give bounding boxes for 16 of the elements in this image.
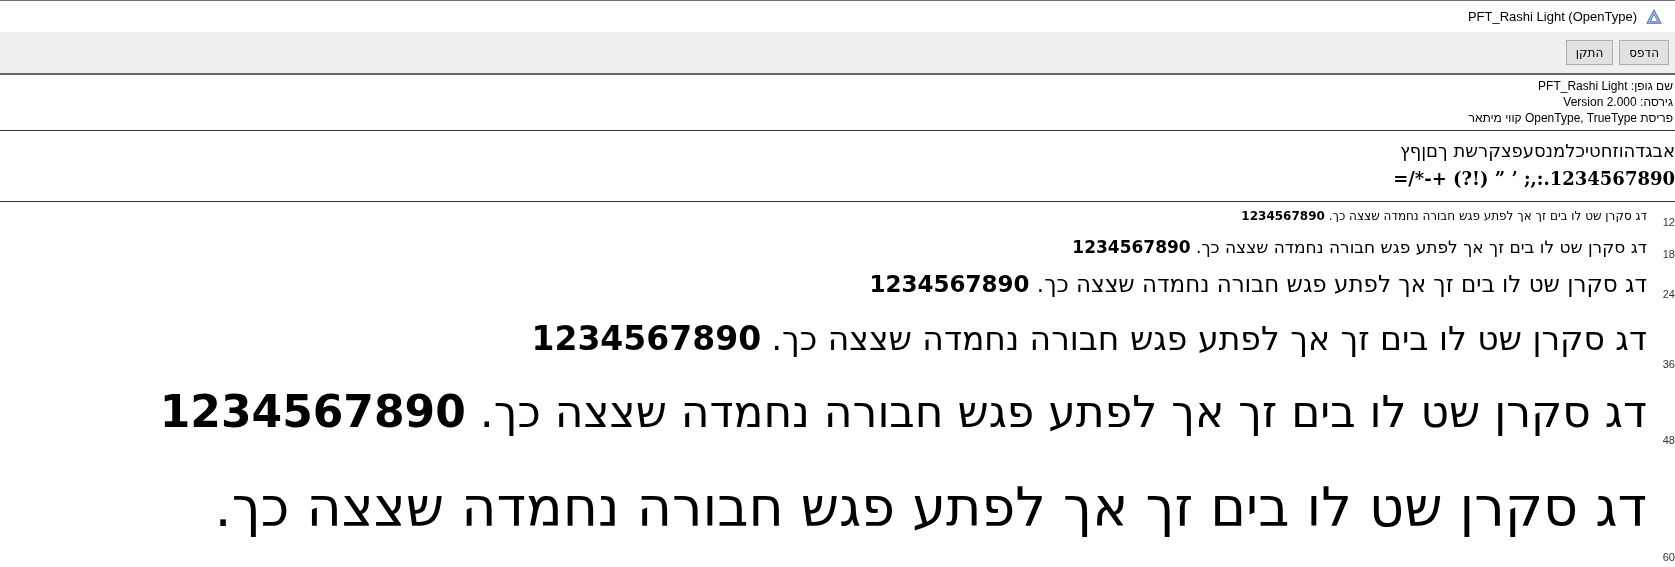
character-set-line: 1234567890.:,; ’ ” (!?) +-*/= [1392, 167, 1675, 191]
size-label: 36 [1661, 358, 1675, 372]
toolbar-button[interactable]: התקן [1565, 40, 1614, 65]
character-set-line: אבגדהוזחטיכלמנסעפצקרשת ךםןףץ [1398, 139, 1675, 163]
sample-text: דג סקרן שט לו בים זך אך לפתע פגש חבורה נחמדה שצצה כך. [214, 477, 1647, 540]
size-label: 18 [1661, 248, 1675, 262]
toolbar-button[interactable]: הדפס [1619, 40, 1669, 65]
size-label: 60 [1661, 551, 1675, 565]
font-info-line: פריסת OpenType, TrueType קווי מיתאר [1467, 110, 1673, 126]
window-title: PFT_Rashi Light (OpenType) [1467, 9, 1637, 24]
font-icon [1645, 7, 1663, 26]
font-info-line: גירסה: Version 2.000 [1562, 94, 1673, 110]
size-label: 12 [1661, 216, 1675, 230]
font-info-line: שם גופן: PFT_Rashi Light [1537, 78, 1673, 94]
size-label: 24 [1661, 288, 1675, 302]
size-label: 48 [1661, 434, 1675, 448]
